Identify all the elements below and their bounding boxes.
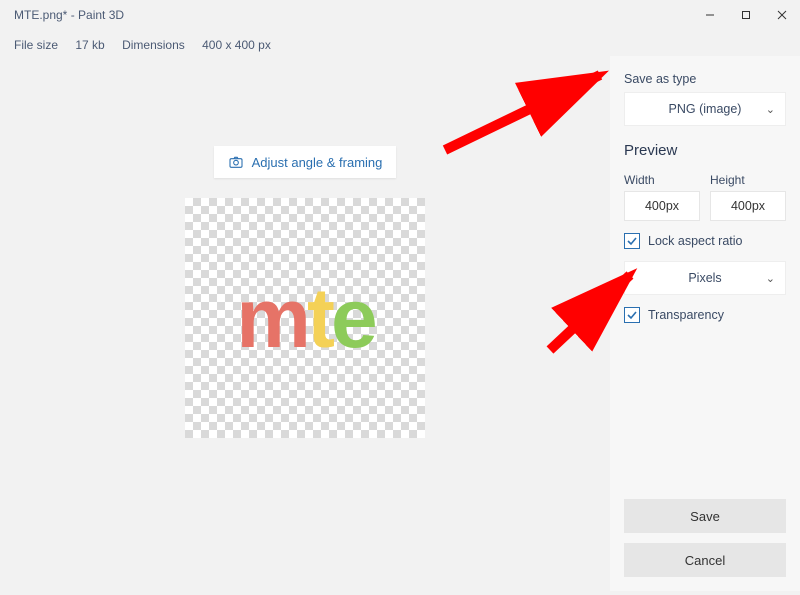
format-value: PNG (image) [669, 102, 742, 116]
units-value: Pixels [688, 271, 721, 285]
minimize-icon [705, 10, 715, 20]
file-size-value: 17 kb [75, 38, 104, 52]
close-icon [777, 10, 787, 20]
lock-aspect-checkbox[interactable] [624, 233, 640, 249]
chevron-down-icon: ⌄ [766, 103, 775, 116]
chevron-down-icon: ⌄ [766, 272, 775, 285]
check-icon [626, 235, 638, 247]
save-button[interactable]: Save [624, 499, 786, 533]
camera-icon [228, 154, 244, 170]
window-controls [692, 0, 800, 30]
maximize-icon [741, 10, 751, 20]
transparency-row[interactable]: Transparency [624, 307, 786, 323]
window-title: MTE.png* - Paint 3D [14, 8, 124, 22]
logo-letter-e: e [331, 271, 374, 365]
file-info: File size 17 kb Dimensions 400 x 400 px [0, 30, 800, 56]
transparency-checkbox[interactable] [624, 307, 640, 323]
height-input[interactable] [710, 191, 786, 221]
dimensions-label: Dimensions [122, 38, 185, 52]
check-icon [626, 309, 638, 321]
canvas-area: Adjust angle & framing mte [0, 56, 610, 591]
minimize-button[interactable] [692, 0, 728, 30]
preview-heading: Preview [624, 142, 786, 159]
sidebar: Save as type PNG (image) ⌄ Preview Width… [610, 56, 800, 591]
width-input[interactable] [624, 191, 700, 221]
adjust-angle-button[interactable]: Adjust angle & framing [214, 146, 397, 178]
titlebar: MTE.png* - Paint 3D [0, 0, 800, 30]
width-label: Width [624, 173, 700, 187]
close-button[interactable] [764, 0, 800, 30]
cancel-button[interactable]: Cancel [624, 543, 786, 577]
maximize-button[interactable] [728, 0, 764, 30]
file-size-label: File size [14, 38, 58, 52]
lock-aspect-row[interactable]: Lock aspect ratio [624, 233, 786, 249]
preview-content: mte [236, 276, 373, 360]
save-as-type-label: Save as type [624, 72, 786, 86]
logo-letter-m: m [236, 271, 307, 365]
format-select[interactable]: PNG (image) ⌄ [624, 92, 786, 126]
dimensions-value: 400 x 400 px [202, 38, 271, 52]
canvas-preview[interactable]: mte [185, 198, 425, 438]
lock-aspect-label: Lock aspect ratio [648, 234, 743, 248]
logo-letter-t: t [307, 271, 331, 365]
transparency-label: Transparency [648, 308, 724, 322]
height-label: Height [710, 173, 786, 187]
adjust-angle-label: Adjust angle & framing [252, 155, 383, 170]
units-select[interactable]: Pixels ⌄ [624, 261, 786, 295]
